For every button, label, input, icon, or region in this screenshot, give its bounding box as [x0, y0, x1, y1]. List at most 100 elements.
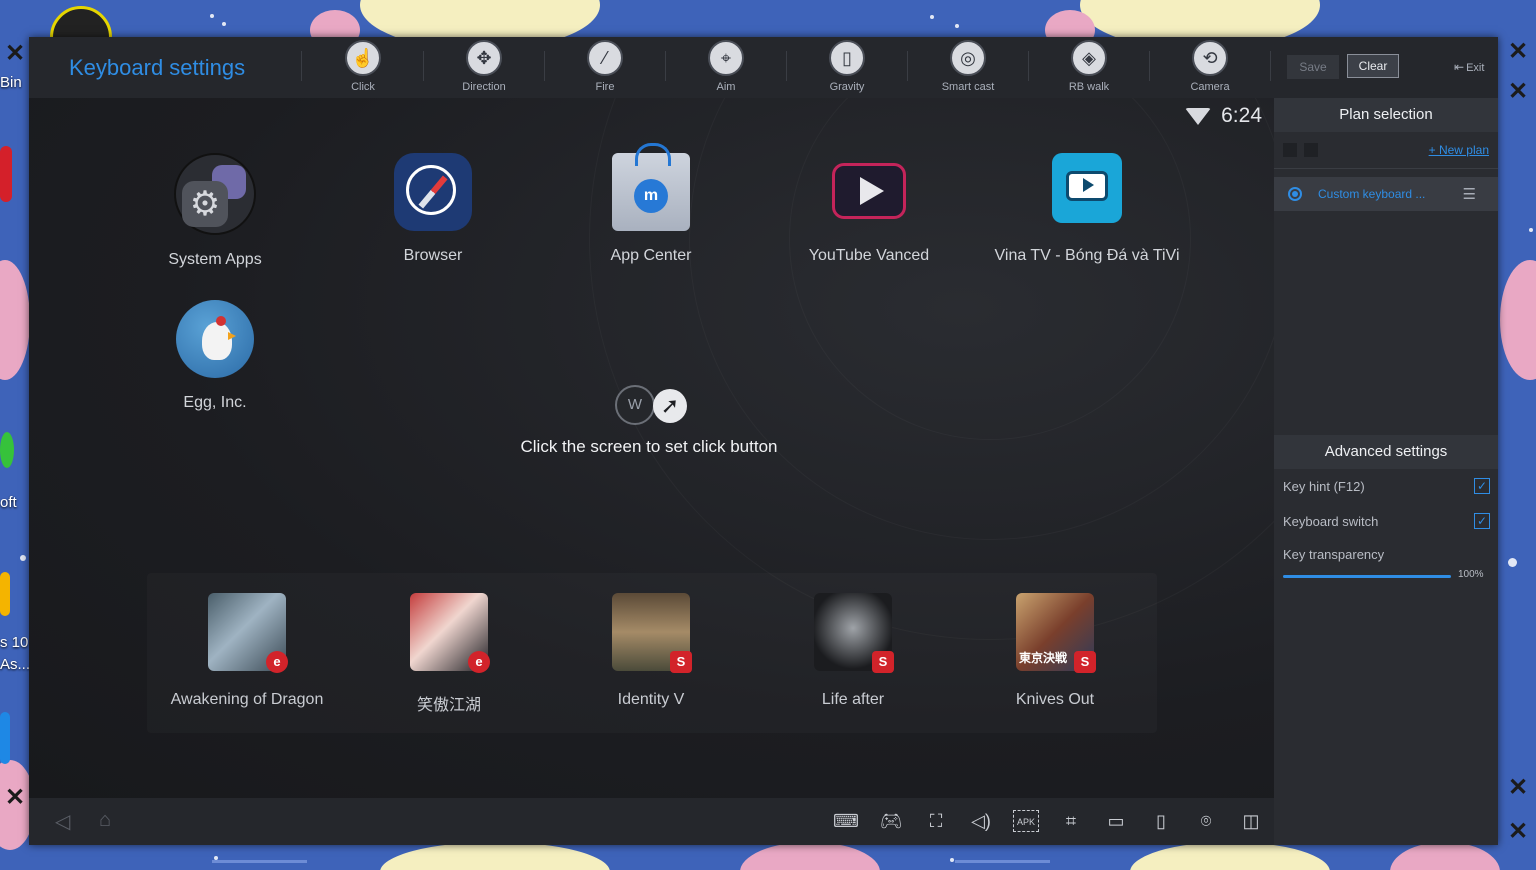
tool-direction[interactable]: ✥ Direction [444, 40, 524, 98]
back-icon[interactable]: ◁ [55, 809, 70, 834]
wallpaper-dot [1508, 558, 1517, 567]
apk-install-icon[interactable]: APK [1013, 810, 1039, 832]
taskbar-indicator [955, 860, 1050, 863]
tool-camera[interactable]: ⟲ Camera [1170, 40, 1250, 98]
clear-button[interactable]: Clear [1347, 54, 1399, 78]
tool-fire[interactable]: ⁄ Fire [565, 40, 645, 98]
location-icon[interactable]: ⌾ [1193, 810, 1219, 832]
wallpaper-x-mark: ✕ [1508, 818, 1529, 845]
desktop-app-icon[interactable] [0, 146, 12, 202]
shopping-bag-icon: m [612, 143, 690, 231]
plan-action-button[interactable] [1304, 143, 1318, 157]
tool-label: Click [351, 81, 375, 93]
folder-icon[interactable]: ▭ [1103, 810, 1129, 832]
keyboard-switch-checkbox[interactable]: ✓ [1474, 513, 1490, 529]
android-screen[interactable]: 6:24 ⚙ System Apps Browser m App Center [29, 98, 1274, 798]
dock-app-knives-out[interactable]: 東京決戦 S Knives Out [955, 593, 1155, 709]
system-apps-icon: ⚙ [174, 153, 256, 235]
wallpaper-shape [0, 260, 30, 380]
wallpaper-dot [1529, 228, 1533, 232]
dpad-icon: ✥ [466, 40, 502, 76]
wallpaper-x-mark: ✕ [5, 784, 26, 811]
volume-icon[interactable]: ◁) [968, 810, 994, 832]
desktop-app-icon[interactable] [0, 712, 10, 764]
app-browser[interactable]: Browser [333, 153, 533, 265]
wallpaper-shape [1500, 260, 1536, 380]
home-icon[interactable]: ⌂ [99, 809, 111, 832]
knives-out-icon: 東京決戦 S [1016, 593, 1096, 673]
desktop-label: As... [0, 656, 31, 673]
desktop-app-icon[interactable] [0, 432, 14, 468]
list-menu-icon[interactable]: ☰ [1463, 185, 1476, 203]
life-after-icon: S [814, 593, 894, 673]
shake-icon[interactable]: ▯ [1148, 810, 1174, 832]
play-icon [830, 153, 908, 231]
tool-aim[interactable]: ⌖ Aim [686, 40, 766, 98]
tv-icon [1052, 153, 1122, 223]
crosshair-icon: ⌖ [708, 40, 744, 76]
tool-rb-walk[interactable]: ◈ RB walk [1049, 40, 1129, 98]
option-label: Key hint (F12) [1283, 479, 1365, 494]
netease-badge-icon: S [670, 651, 692, 673]
option-label: Keyboard switch [1283, 514, 1379, 529]
target-ring-icon: ◎ [950, 40, 986, 76]
taskbar-indicator [212, 860, 307, 863]
app-system-apps[interactable]: ⚙ System Apps [115, 153, 315, 269]
rotate-view-icon: ⟲ [1192, 40, 1228, 76]
plan-toolbar: + New plan [1274, 132, 1498, 169]
dock-app-awakening-of-dragon[interactable]: e Awakening of Dragon [147, 593, 347, 709]
phone-tilt-icon: ▯ [829, 40, 865, 76]
keyboard-icon[interactable]: ⌨ [833, 810, 859, 832]
plan-name: Custom keyboard ... [1318, 187, 1426, 201]
cursor-icon: ➚ [653, 389, 687, 423]
app-vina-tv[interactable]: Vina TV - Bóng Đá và TiVi [987, 153, 1187, 265]
key-transparency-slider[interactable] [1283, 575, 1451, 578]
tool-smart-cast[interactable]: ◎ Smart cast [928, 40, 1008, 98]
option-label: Key transparency [1283, 547, 1385, 562]
app-dock: e Awakening of Dragon e 笑傲江湖 S Identity … [147, 573, 1157, 733]
plan-radio[interactable] [1288, 187, 1302, 201]
dock-app-identity-v[interactable]: S Identity V [551, 593, 751, 709]
exit-button[interactable]: ⇤ Exit [1454, 60, 1484, 74]
desktop-app-icon[interactable] [0, 572, 10, 616]
compass-icon [394, 153, 472, 231]
hint-text: Click the screen to set click button [520, 437, 778, 456]
new-plan-link[interactable]: + New plan [1429, 143, 1489, 157]
dock-app-life-after[interactable]: S Life after [753, 593, 953, 709]
tool-gravity[interactable]: ▯ Gravity [807, 40, 887, 98]
screenshot-icon[interactable]: ⛶ [923, 810, 949, 832]
toolbar-divider [665, 51, 666, 81]
gamepad-icon[interactable]: 🎮︎ [878, 810, 904, 832]
toolbar-divider [1149, 51, 1150, 81]
tool-click[interactable]: ☝ Click [323, 40, 403, 98]
save-button[interactable]: Save [1287, 55, 1339, 79]
toolbar-divider [907, 51, 908, 81]
wifi-icon [1185, 107, 1212, 125]
wallpaper-dot [20, 555, 26, 561]
crop-icon[interactable]: ⌗ [1058, 810, 1084, 832]
app-youtube-vanced[interactable]: YouTube Vanced [769, 153, 969, 265]
key-hint-checkbox[interactable]: ✓ [1474, 478, 1490, 494]
toolbar-divider [1028, 51, 1029, 81]
wallpaper-dot [222, 22, 226, 26]
tool-label: RB walk [1068, 81, 1110, 93]
plan-item-custom-keyboard[interactable]: Custom keyboard ... ☰ [1274, 177, 1498, 211]
app-label: Life after [821, 691, 885, 708]
app-label: Vina TV - Bóng Đá và TiVi [994, 247, 1180, 264]
keyboard-settings-toolbar: Keyboard settings ☝ Click ✥ Direction ⁄ … [29, 37, 1498, 99]
wallpaper-x-mark: ✕ [1508, 78, 1529, 105]
rotate-screen-icon[interactable]: ◫ [1238, 810, 1264, 832]
app-egg-inc[interactable]: Egg, Inc. [115, 300, 315, 412]
exit-label: Exit [1466, 62, 1485, 74]
dock-app-xiaoao-jianghu[interactable]: e 笑傲江湖 [349, 593, 549, 715]
app-label: Awakening of Dragon [170, 691, 324, 708]
wallpaper-dot [210, 14, 214, 18]
app-app-center[interactable]: m App Center [551, 143, 751, 265]
desktop-label: Bin [0, 74, 22, 91]
hint-icons: W ➚ [469, 383, 829, 429]
wallpaper-shape [1390, 842, 1500, 870]
bullet-icon: ⁄ [587, 40, 623, 76]
toolbar-divider [1270, 51, 1271, 81]
wallpaper-shape [380, 842, 610, 870]
plan-action-button[interactable] [1283, 143, 1297, 157]
